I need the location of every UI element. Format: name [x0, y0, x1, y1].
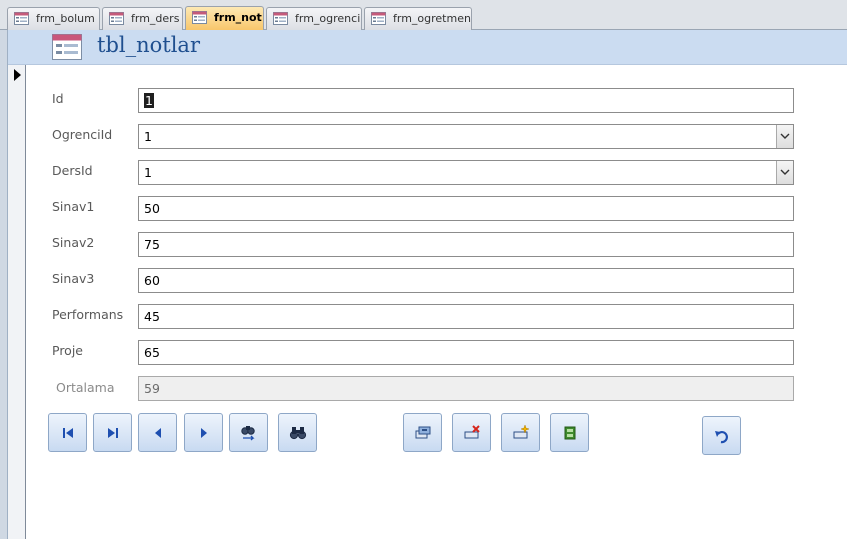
find-button[interactable] [278, 413, 317, 452]
find-binoculars-icon [289, 427, 307, 440]
undo-icon [715, 431, 729, 444]
ortalama-label: Ortalama [56, 380, 115, 395]
record-selector[interactable] [8, 65, 26, 539]
performans-label: Performans [52, 307, 124, 322]
sinav3-label: Sinav3 [52, 271, 95, 286]
form-icon [273, 12, 288, 25]
sinav3-field[interactable]: 60 [138, 268, 794, 293]
dersid-label: DersId [52, 163, 93, 178]
close-form-button[interactable] [550, 413, 589, 452]
last-record-button[interactable] [93, 413, 132, 452]
dersid-dropdown-button[interactable] [776, 161, 793, 184]
sinav2-label: Sinav2 [52, 235, 95, 250]
next-record-icon [201, 428, 207, 438]
ogrenciid-combobox[interactable]: 1 [138, 124, 794, 149]
save-record-button[interactable] [403, 413, 442, 452]
form-icon [192, 11, 207, 24]
tab-label: frm_ders [131, 12, 180, 25]
sinav2-field[interactable]: 75 [138, 232, 794, 257]
tab-frm-bolum[interactable]: frm_bolum [7, 7, 100, 30]
close-form-icon [564, 426, 576, 440]
chevron-down-icon [780, 133, 790, 139]
current-record-arrow-icon [14, 69, 21, 81]
undo-button[interactable] [702, 416, 741, 455]
proje-label: Proje [52, 343, 83, 358]
ortalama-field[interactable]: 59 [138, 376, 794, 401]
id-label: Id [52, 91, 64, 106]
sinav1-field[interactable]: 50 [138, 196, 794, 221]
delete-record-icon [464, 425, 480, 439]
id-value: 1 [144, 93, 154, 108]
performans-field[interactable]: 45 [138, 304, 794, 329]
delete-record-button[interactable] [452, 413, 491, 452]
dersid-value: 1 [144, 165, 152, 180]
first-record-button[interactable] [48, 413, 87, 452]
access-form-window: frm_bolum frm_ders frm_not frm_ogrenci f… [0, 0, 847, 539]
tab-label: frm_not [214, 11, 262, 24]
ogrenciid-dropdown-button[interactable] [776, 125, 793, 148]
tab-frm-not[interactable]: frm_not [185, 6, 264, 30]
form-header: tbl_notlar [8, 30, 847, 65]
tab-label: frm_bolum [36, 12, 95, 25]
previous-record-button[interactable] [138, 413, 177, 452]
id-field[interactable]: 1 [138, 88, 794, 113]
tab-frm-ders[interactable]: frm_ders [102, 7, 183, 30]
chevron-down-icon [780, 169, 790, 175]
sinav1-label: Sinav1 [52, 199, 95, 214]
document-tab-strip: frm_bolum frm_ders frm_not frm_ogrenci f… [0, 0, 847, 30]
ogrenciid-label: OgrenciId [52, 127, 113, 142]
add-record-button[interactable] [501, 413, 540, 452]
previous-record-icon [155, 428, 161, 438]
tab-frm-ogretmen[interactable]: frm_ogretmen [364, 7, 472, 30]
dersid-combobox[interactable]: 1 [138, 160, 794, 185]
form-large-icon [52, 34, 82, 60]
save-record-icon [415, 426, 431, 439]
last-record-icon [108, 428, 118, 438]
form-title: tbl_notlar [97, 33, 200, 57]
form-icon [371, 12, 386, 25]
find-replace-icon [241, 426, 255, 441]
form-left-border [0, 30, 8, 539]
ogrenciid-value: 1 [144, 129, 152, 144]
form-icon [14, 12, 29, 25]
first-record-icon [63, 428, 73, 438]
tab-label: frm_ogretmen [393, 12, 471, 25]
tab-frm-ogrenci[interactable]: frm_ogrenci [266, 7, 362, 30]
next-record-button[interactable] [184, 413, 223, 452]
proje-field[interactable]: 65 [138, 340, 794, 365]
add-record-icon [513, 424, 530, 439]
form-icon [109, 12, 124, 25]
find-replace-button[interactable] [229, 413, 268, 452]
tab-label: frm_ogrenci [295, 12, 361, 25]
